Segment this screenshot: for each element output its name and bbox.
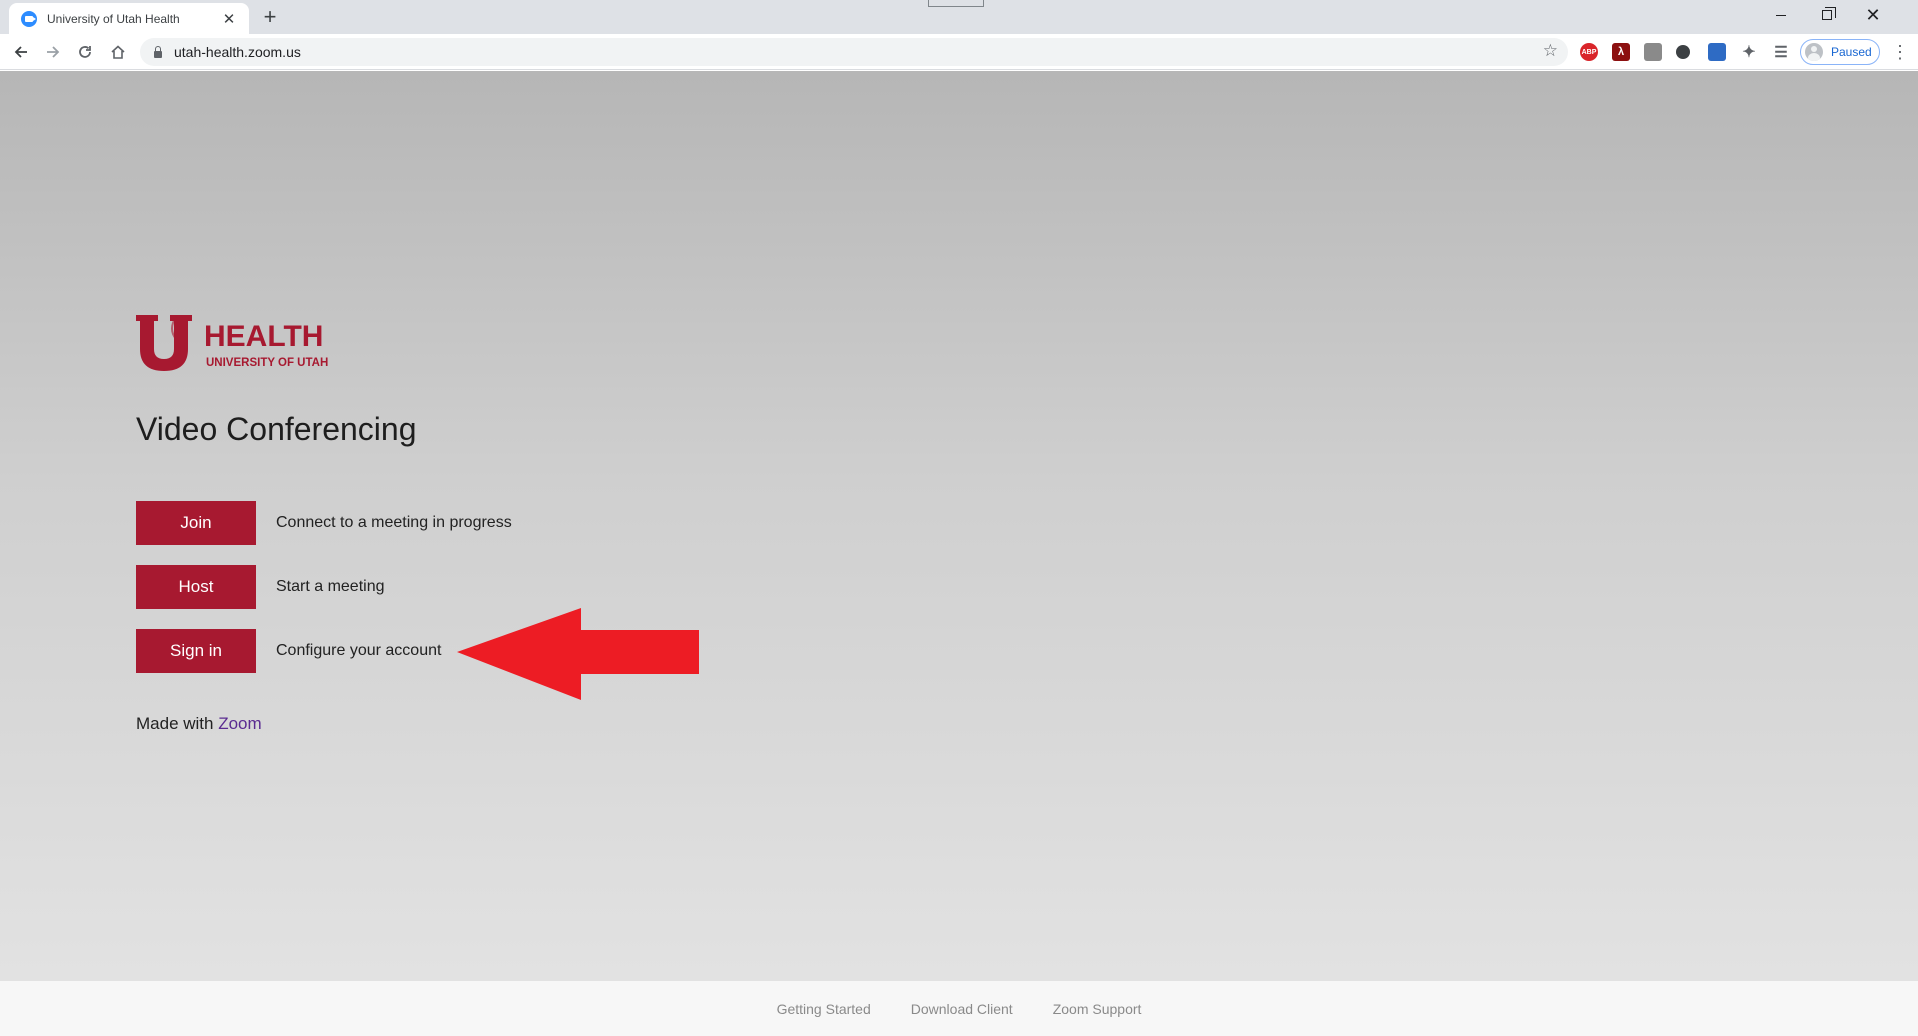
join-description: Connect to a meeting in progress [276,514,512,531]
new-tab-button[interactable]: + [258,5,282,29]
adobe-acrobat-icon[interactable]: λ [1612,43,1630,61]
join-button[interactable]: Join [136,501,256,545]
url-text[interactable]: utah-health.zoom.us [174,44,301,60]
profile-status: Paused [1831,45,1872,59]
media-control-icon[interactable]: ☰ [1772,43,1790,61]
footer-link-getting-started[interactable]: Getting Started [777,1001,871,1017]
arrow-right-icon [47,46,60,58]
window-close-button[interactable]: ✕ [1850,0,1896,30]
browser-tab[interactable]: University of Utah Health ✕ [9,3,249,34]
window-minimize-button[interactable] [1758,0,1804,30]
zoom-link[interactable]: Zoom [218,714,261,733]
page-title: Video Conferencing [136,411,417,447]
logo-sub-text: UNIVERSITY OF UTAH [206,357,328,369]
page-content: HEALTH UNIVERSITY OF UTAH Video Conferen… [0,71,1918,980]
extension-3-icon[interactable] [1644,43,1662,61]
made-with-text: Made with Zoom [136,714,262,734]
tab-strip: University of Utah Health ✕ + ✕ [0,0,1918,34]
bookmark-star-icon[interactable]: ☆ [1543,41,1558,61]
lock-icon[interactable] [154,45,162,58]
back-button[interactable] [9,40,33,64]
extensions-puzzle-icon[interactable]: ✦ [1740,43,1758,61]
join-row: Join Connect to a meeting in progress [136,501,512,545]
extension-4-icon[interactable] [1676,45,1690,59]
logo-main-text: HEALTH [204,320,323,353]
address-bar[interactable]: utah-health.zoom.us ☆ [140,38,1568,66]
host-description: Start a meeting [276,578,385,595]
restore-icon [1822,7,1836,20]
host-row: Host Start a meeting [136,565,385,609]
zoom-favicon-icon [21,10,37,27]
arrow-left-icon [14,46,27,58]
window-drag-handle[interactable] [928,0,984,7]
sign-in-description: Configure your account [276,642,442,659]
extension-5-icon[interactable] [1708,43,1726,61]
footer: Getting Started Download Client Zoom Sup… [0,980,1918,1036]
sign-in-button[interactable]: Sign in [136,629,256,673]
profile-button[interactable]: Paused [1800,39,1880,65]
reload-button[interactable] [73,40,97,64]
host-button[interactable]: Host [136,565,256,609]
made-with-prefix: Made with [136,714,214,733]
avatar-icon [1805,43,1823,61]
window-restore-button[interactable] [1804,0,1850,30]
browser-toolbar: utah-health.zoom.us ☆ ABP λ ✦ ☰ Paused ⋮ [0,34,1918,70]
home-icon [111,45,125,59]
tab-close-icon[interactable]: ✕ [221,10,237,28]
more-vertical-icon: ⋮ [1891,41,1909,62]
reload-icon [79,46,91,58]
u-health-logo: HEALTH UNIVERSITY OF UTAH [136,315,328,371]
home-button[interactable] [106,40,130,64]
adblock-plus-icon[interactable]: ABP [1580,43,1598,61]
signin-row: Sign in Configure your account [136,629,441,673]
footer-link-download-client[interactable]: Download Client [911,1001,1013,1017]
red-arrow-annotation [457,608,699,700]
forward-button[interactable] [41,40,65,64]
minimize-icon [1776,14,1786,16]
browser-menu-button[interactable]: ⋮ [1888,40,1912,64]
close-icon: ✕ [1865,4,1881,25]
tab-title: University of Utah Health [47,11,180,26]
footer-link-zoom-support[interactable]: Zoom Support [1053,1001,1142,1017]
